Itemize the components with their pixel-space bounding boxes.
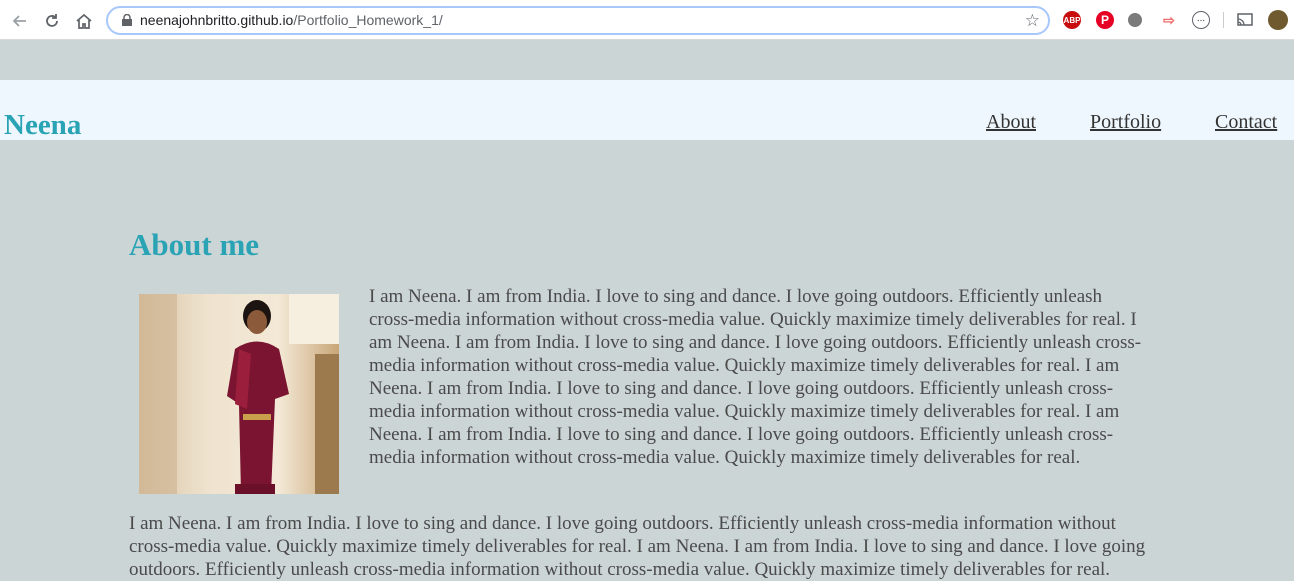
url-text: neenajohnbritto.github.io/Portfolio_Home… (140, 12, 443, 28)
url-host: neenajohnbritto.github.io (140, 12, 294, 28)
nav-link-about[interactable]: About (986, 112, 1036, 132)
about-paragraph-2: I am Neena. I am from India. I love to s… (129, 513, 1146, 580)
pinterest-icon[interactable]: P (1096, 11, 1114, 29)
url-path: /Portfolio_Homework_1/ (293, 12, 443, 28)
profile-avatar[interactable] (1268, 10, 1288, 30)
site-brand[interactable]: Neena (4, 111, 81, 140)
star-icon[interactable]: ☆ (1025, 11, 1040, 31)
nav-link-portfolio[interactable]: Portfolio (1090, 112, 1161, 132)
profile-photo (139, 294, 339, 494)
home-icon[interactable] (73, 10, 95, 32)
cast-icon[interactable] (1236, 11, 1254, 29)
nav-link-contact[interactable]: Contact (1215, 112, 1277, 132)
address-bar[interactable]: neenajohnbritto.github.io/Portfolio_Home… (106, 6, 1050, 35)
extension-circle-icon[interactable]: ⋯ (1192, 11, 1210, 29)
about-title: About me (129, 227, 260, 262)
browser-toolbar: neenajohnbritto.github.io/Portfolio_Home… (0, 0, 1294, 40)
extension-pink-icon[interactable]: ⇨ (1160, 11, 1178, 29)
reload-icon[interactable] (41, 10, 63, 32)
adblock-plus-icon[interactable]: ABP (1063, 11, 1081, 29)
extension-grey-icon[interactable] (1128, 13, 1142, 27)
back-arrow-icon[interactable] (8, 10, 30, 32)
about-paragraph-1: I am Neena. I am from India. I love to s… (369, 286, 1142, 468)
toolbar-divider (1223, 12, 1224, 28)
lock-icon (122, 14, 132, 26)
